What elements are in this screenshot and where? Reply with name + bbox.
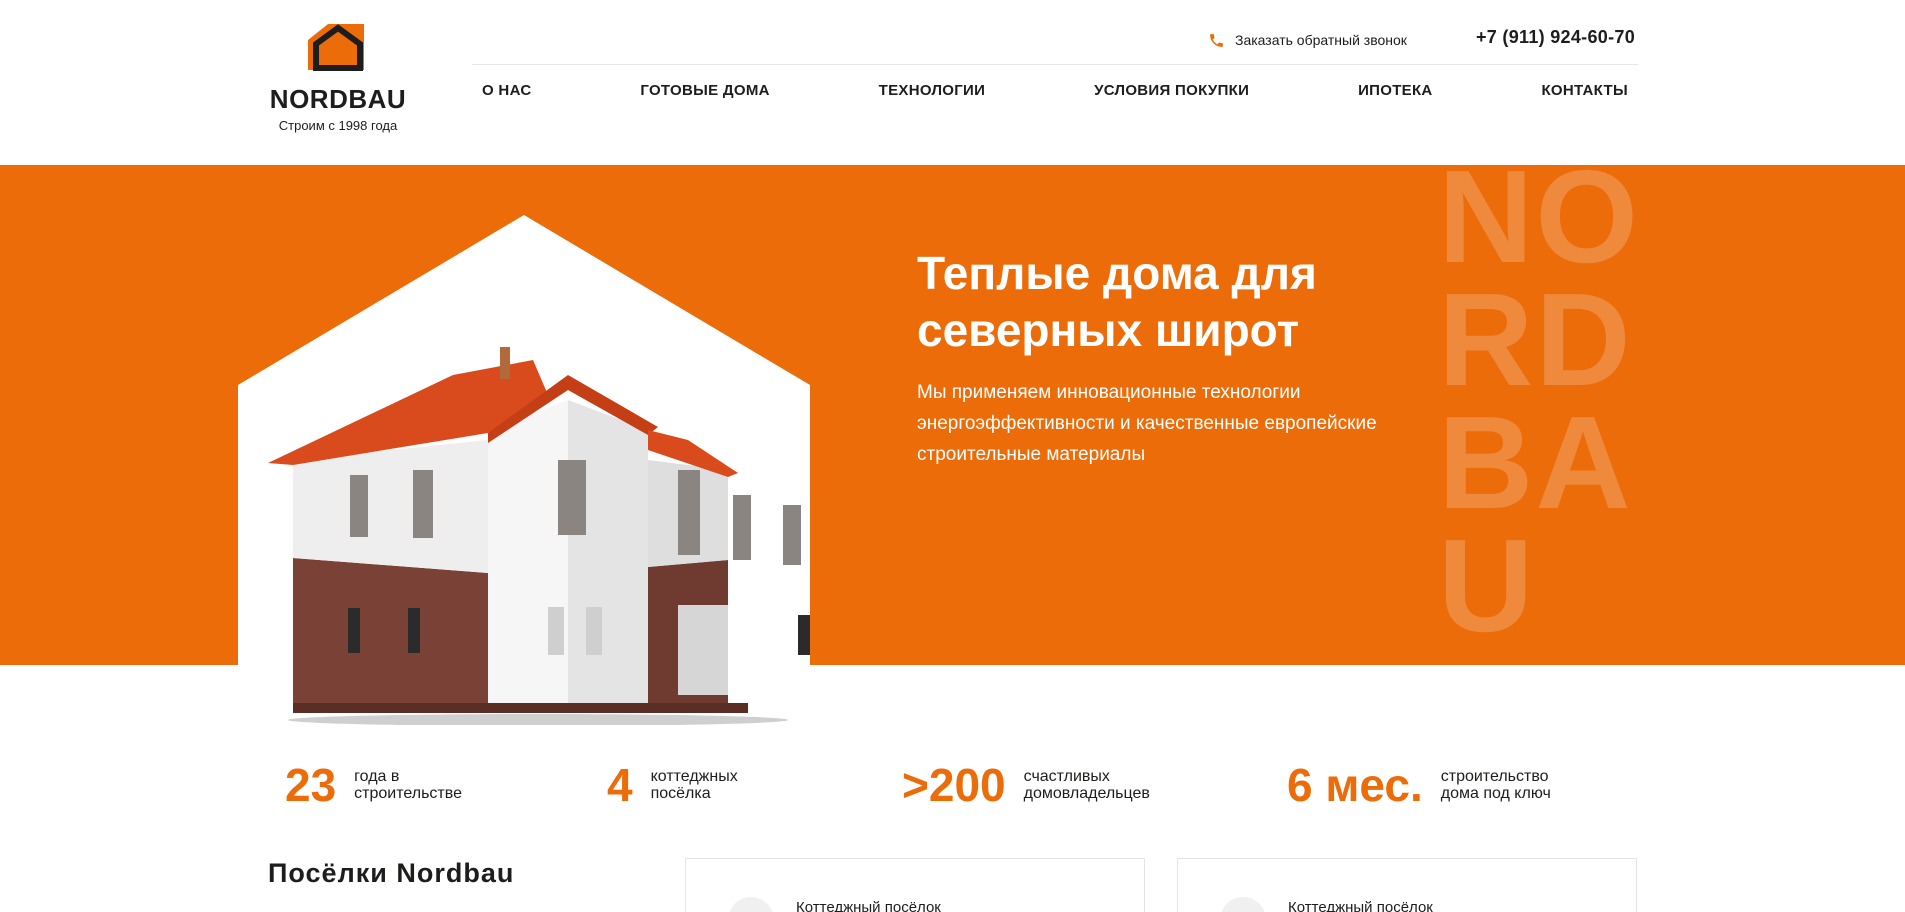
nav-item-purchase-terms[interactable]: УСЛОВИЯ ПОКУПКИ [1084, 82, 1259, 106]
stat-value: 6 мес. [1287, 759, 1423, 811]
stat-value: 23 [285, 759, 337, 811]
stat-label: строительство дома под ключ [1440, 768, 1551, 802]
stat-item: >200 счастливых домовладельцев [902, 760, 1150, 810]
stat-label: коттеджных посёлка [650, 768, 738, 802]
house-illustration [238, 215, 810, 726]
stat-item: 6 мес. строительство дома под ключ [1287, 760, 1551, 810]
nav-item-technologies[interactable]: ТЕХНОЛОГИИ [869, 82, 996, 106]
callback-label: Заказать обратный звонок [1235, 32, 1407, 48]
phone-icon [1210, 33, 1223, 47]
village-avatar [728, 897, 774, 912]
stat-item: 4 коттеджных посёлка [607, 760, 738, 810]
nav-item-about[interactable]: О НАС [472, 82, 541, 106]
hero-subtitle: Мы применяем инновационные технологии эн… [917, 382, 1377, 465]
stat-item: 23 года в строительстве [285, 760, 462, 810]
house-image [238, 215, 810, 726]
village-card-title: Коттеджный посёлок [1288, 899, 1433, 912]
hero-title: Теплые дома для северных широт [917, 247, 1317, 356]
watermark-text: NORDBAU [1438, 165, 1640, 659]
stats-row: 23 года в строительстве 4 коттеджных пос… [285, 760, 1615, 810]
site-header: NORDBAU Строим с 1998 года Заказать обра… [0, 0, 1905, 165]
callback-link[interactable]: Заказать обратный звонок [1208, 28, 1407, 52]
phone-number[interactable]: +7 (911) 924-60-70 [1476, 27, 1635, 48]
nav-item-ready-houses[interactable]: ГОТОВЫЕ ДОМА [630, 82, 779, 106]
village-avatar [1220, 897, 1266, 912]
logo-tagline: Строим с 1998 года [278, 118, 398, 133]
hero-watermark: NORDBAU [1438, 165, 1698, 659]
stat-label: счастливых домовладельцев [1023, 768, 1150, 802]
nav-item-mortgage[interactable]: ИПОТЕКА [1348, 82, 1443, 106]
village-card-title: Коттеджный посёлок [796, 899, 941, 912]
nav-item-contacts[interactable]: КОНТАКТЫ [1531, 82, 1637, 106]
logo[interactable]: NORDBAU Строим с 1998 года [268, 22, 408, 142]
stat-value: 4 [607, 759, 633, 811]
stat-label: года в строительстве [354, 768, 462, 802]
house-logo-icon [308, 24, 364, 71]
village-card[interactable]: Коттеджный посёлок [1177, 858, 1637, 912]
main-nav: О НАС ГОТОВЫЕ ДОМА ТЕХНОЛОГИИ УСЛОВИЯ ПО… [472, 82, 1638, 106]
logo-name: NORDBAU [269, 84, 407, 114]
stat-value: >200 [902, 759, 1006, 811]
village-card[interactable]: Коттеджный посёлок [685, 858, 1145, 912]
header-divider [472, 64, 1638, 65]
villages-title: Посёлки Nordbau [268, 858, 515, 888]
